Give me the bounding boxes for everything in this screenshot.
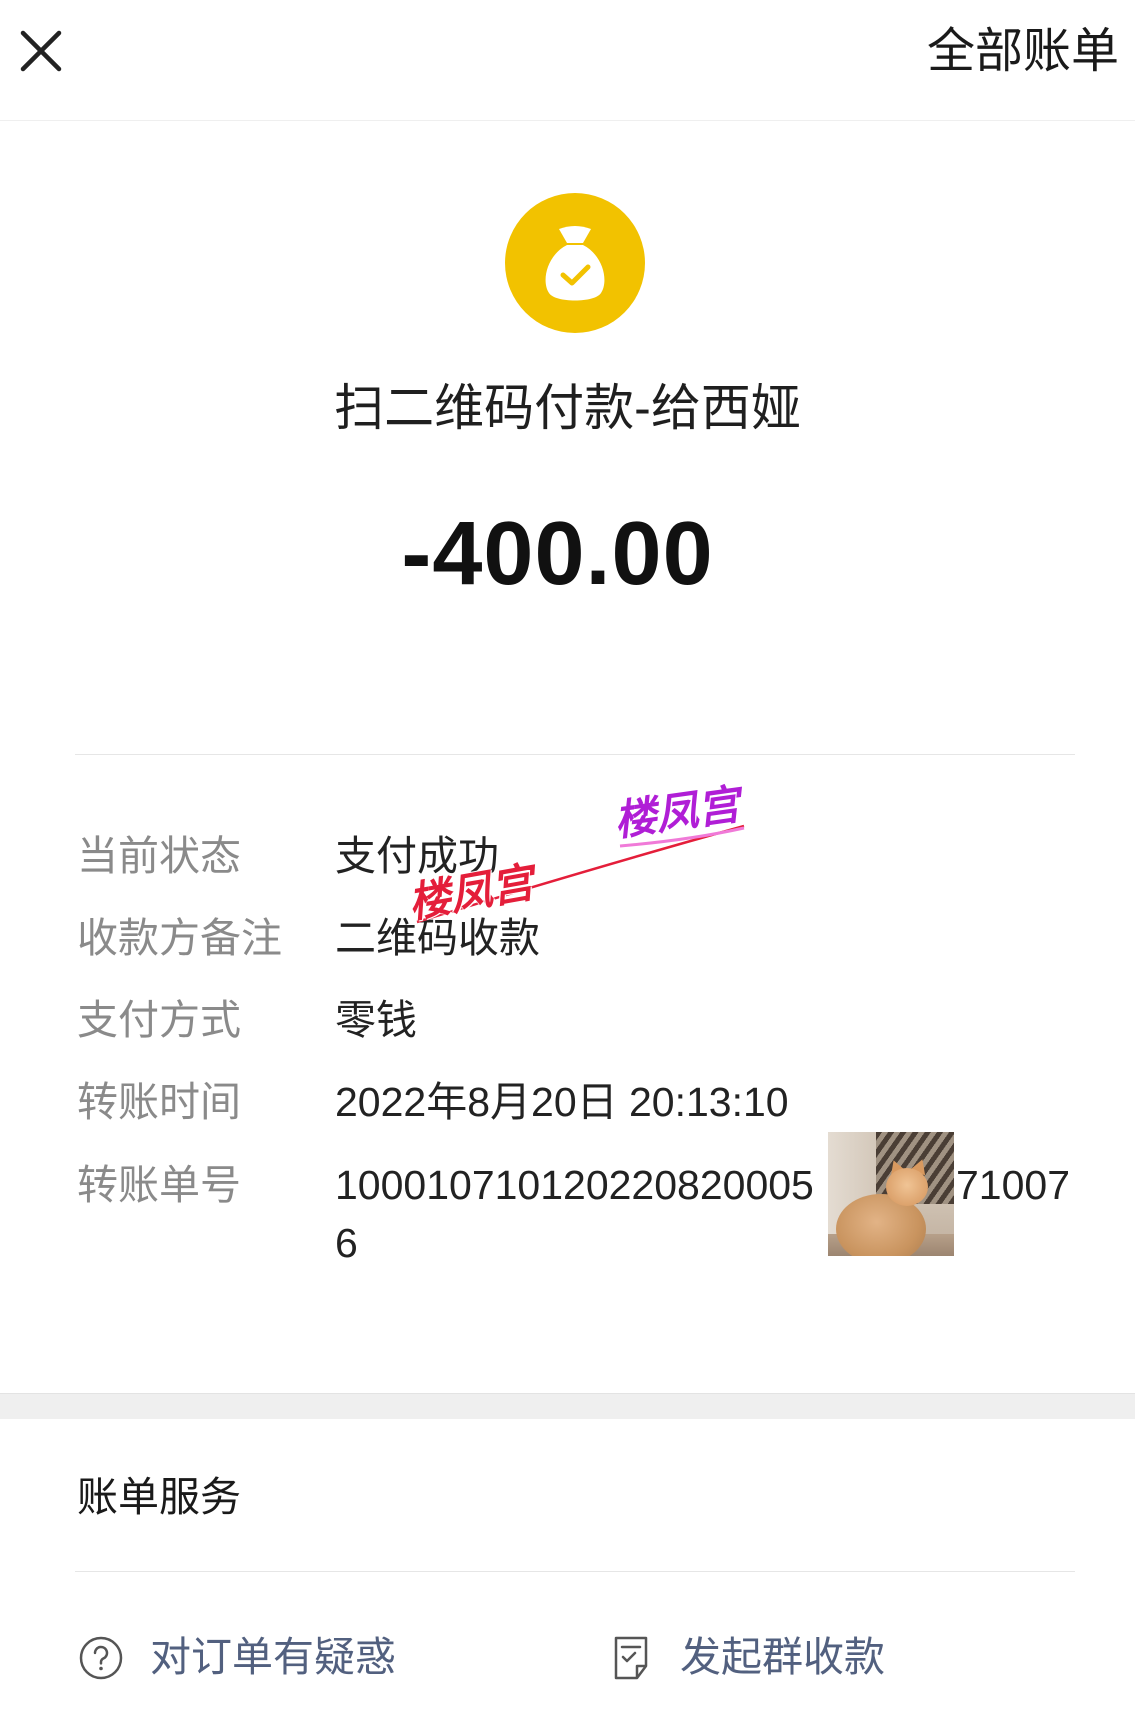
detail-label: 转账单号 xyxy=(77,1162,241,1208)
money-bag-check-icon xyxy=(505,193,645,333)
detail-label: 收款方备注 xyxy=(77,915,282,961)
detail-label: 当前状态 xyxy=(77,833,241,879)
detail-row-payee-note: 收款方备注 二维码收款 xyxy=(0,908,1135,968)
detail-row-transfer-number: 转账单号 100010710120220820005 71007 xyxy=(0,1155,1135,1215)
detail-label: 支付方式 xyxy=(77,997,241,1043)
section-separator xyxy=(0,1393,1135,1419)
bill-detail-page: 全部账单 扫二维码付款-给西娅 -400.00 当前状态 支付成功 收款方备注 … xyxy=(0,0,1135,1720)
detail-row-transfer-number-cont: 6 xyxy=(0,1213,1135,1273)
summary-divider xyxy=(75,754,1075,755)
detail-row-payment-method: 支付方式 零钱 xyxy=(0,990,1135,1050)
question-circle-icon xyxy=(79,1636,123,1680)
detail-row-status: 当前状态 支付成功 xyxy=(0,826,1135,886)
detail-row-transfer-time: 转账时间 2022年8月20日 20:13:10 xyxy=(0,1072,1135,1132)
receipt-icon xyxy=(614,1636,648,1680)
all-bills-link[interactable]: 全部账单 xyxy=(927,22,1119,82)
transfer-number-end: 71007 xyxy=(956,1162,1071,1208)
payment-title: 扫二维码付款-给西娅 xyxy=(334,380,801,436)
cat-photo xyxy=(828,1132,954,1256)
order-question-button[interactable]: 对订单有疑惑 xyxy=(74,1627,494,1687)
transfer-number-line2: 6 xyxy=(335,1220,358,1266)
detail-label: 转账时间 xyxy=(77,1079,241,1125)
group-collect-label: 发起群收款 xyxy=(680,1634,885,1680)
detail-value: 支付成功 xyxy=(335,833,499,879)
bill-services-title: 账单服务 xyxy=(77,1474,241,1520)
detail-value: 二维码收款 xyxy=(335,915,540,961)
order-question-label: 对订单有疑惑 xyxy=(150,1634,396,1680)
detail-value: 零钱 xyxy=(335,997,417,1043)
group-collect-button[interactable]: 发起群收款 xyxy=(608,1627,1028,1687)
services-divider xyxy=(75,1571,1075,1572)
header-divider xyxy=(0,120,1135,121)
payment-amount: -400.00 xyxy=(401,504,714,604)
cat-head xyxy=(886,1168,928,1206)
close-button[interactable] xyxy=(18,28,64,74)
close-icon xyxy=(20,30,62,72)
detail-value: 2022年8月20日 20:13:10 xyxy=(335,1079,789,1125)
transfer-number-start: 100010710120220820005 xyxy=(335,1162,814,1208)
